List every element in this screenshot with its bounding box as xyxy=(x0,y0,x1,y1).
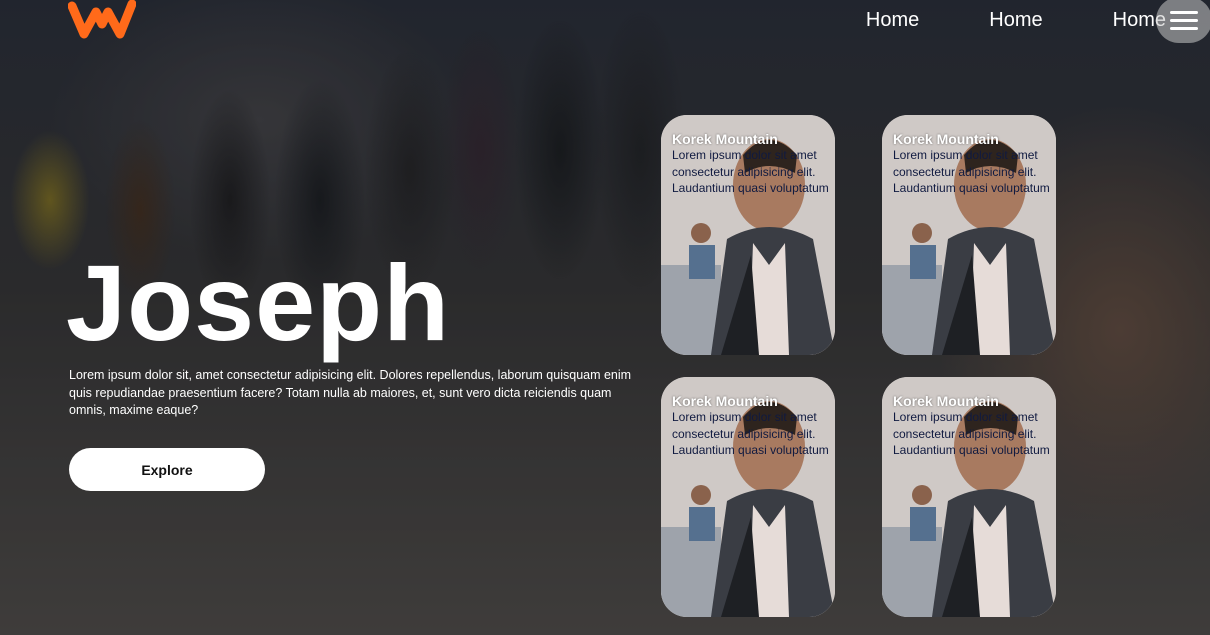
card-text: Korek Mountain Lorem ipsum dolor sit ame… xyxy=(672,131,830,197)
card-description: Lorem ipsum dolor sit amet consectetur a… xyxy=(893,148,1050,195)
menu-button[interactable] xyxy=(1156,0,1210,43)
w-logo-icon[interactable] xyxy=(67,0,137,40)
nav-link-home-1[interactable]: Home xyxy=(866,0,919,40)
card-text: Korek Mountain Lorem ipsum dolor sit ame… xyxy=(672,393,830,459)
destination-card[interactable]: Korek Mountain Lorem ipsum dolor sit ame… xyxy=(882,115,1056,355)
card-description: Lorem ipsum dolor sit amet consectetur a… xyxy=(672,148,829,195)
card-title: Korek Mountain xyxy=(893,393,999,409)
card-description: Lorem ipsum dolor sit amet consectetur a… xyxy=(893,410,1050,457)
card-text: Korek Mountain Lorem ipsum dolor sit ame… xyxy=(893,131,1051,197)
card-text: Korek Mountain Lorem ipsum dolor sit ame… xyxy=(893,393,1051,459)
hero-description: Lorem ipsum dolor sit, amet consectetur … xyxy=(69,368,632,417)
hamburger-icon xyxy=(1170,6,1198,35)
card-title: Korek Mountain xyxy=(893,131,999,147)
top-nav: Home Home Home xyxy=(866,0,1210,43)
explore-button[interactable]: Explore xyxy=(69,448,265,491)
card-description: Lorem ipsum dolor sit amet consectetur a… xyxy=(672,410,829,457)
card-title: Korek Mountain xyxy=(672,131,778,147)
hero-title: Joseph xyxy=(66,242,451,363)
destination-card[interactable]: Korek Mountain Lorem ipsum dolor sit ame… xyxy=(882,377,1056,617)
card-title: Korek Mountain xyxy=(672,393,778,409)
destination-card[interactable]: Korek Mountain Lorem ipsum dolor sit ame… xyxy=(661,377,835,617)
destination-card[interactable]: Korek Mountain Lorem ipsum dolor sit ame… xyxy=(661,115,835,355)
nav-link-home-2[interactable]: Home xyxy=(989,0,1042,40)
